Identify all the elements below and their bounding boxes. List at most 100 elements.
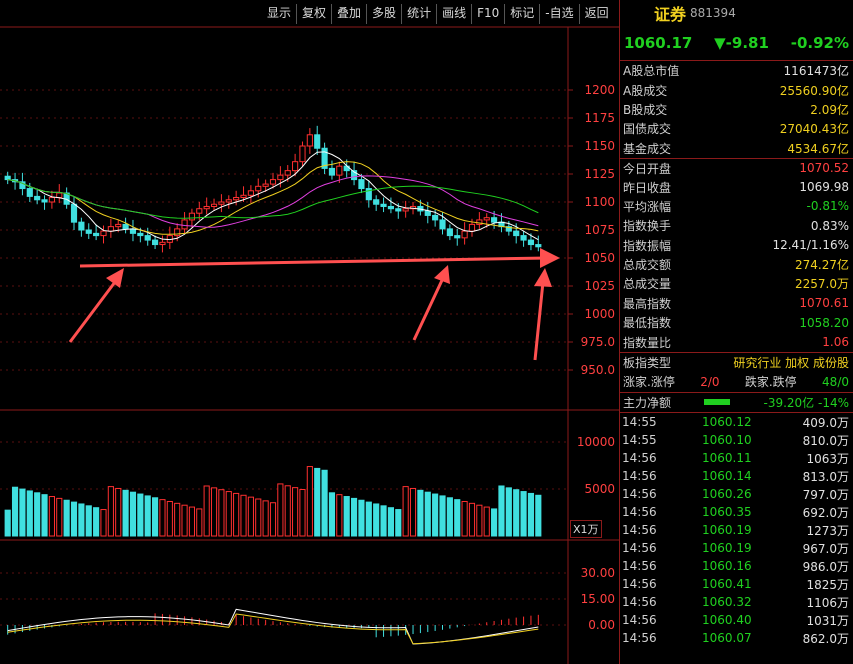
volume-bar (255, 498, 262, 537)
candle-body (277, 174, 284, 181)
toolbar-button-9[interactable]: 返回 (578, 4, 614, 24)
annotation-arrow (533, 281, 545, 361)
toolbar-button-5[interactable]: 画线 (436, 4, 471, 24)
toolbar-button-8[interactable]: -自选 (539, 4, 578, 24)
main-flow-bar (704, 399, 731, 406)
volume-bar (188, 506, 196, 537)
candle-body (159, 241, 166, 246)
board-type-row[interactable]: 板指类型 研究行业 加权 成份股 (620, 353, 853, 372)
candle-body (358, 179, 365, 190)
volume-bar (233, 492, 240, 537)
stat-value: 1069.98 (799, 180, 849, 195)
tick-time: 14:56 (622, 631, 657, 646)
candle-body (26, 188, 33, 197)
candle-body (491, 217, 498, 223)
stat-row: 最高指数 1070.61 (620, 294, 853, 313)
toolbar-button-2[interactable]: 叠加 (331, 4, 366, 24)
quote-panel: 证券 881394 1060.17 ▼-9.81 -0.92% A股总市值 116… (619, 0, 853, 664)
candle-body (34, 195, 41, 201)
volume-bar (247, 496, 254, 537)
price-axis-label: 1000 (584, 307, 615, 321)
tick-price: 1060.11 (702, 451, 752, 466)
stat-row: B股成交 2.09亿 (620, 100, 853, 119)
candle-body (70, 203, 78, 223)
board-type-label: 板指类型 (623, 356, 672, 371)
candle-body (144, 235, 151, 241)
candle-body (299, 145, 306, 163)
volume-bar (240, 494, 247, 537)
candle-body (468, 223, 476, 232)
stat-row: 基金成交 4534.67亿 (620, 139, 853, 158)
toolbar-button-4[interactable]: 统计 (401, 4, 436, 24)
last-price: 1060.17 (624, 34, 693, 52)
stat-label: 国债成交 (623, 122, 672, 137)
toolbar-button-1[interactable]: 复权 (296, 4, 331, 24)
candle-body (85, 229, 92, 234)
tick-time: 14:56 (622, 523, 657, 538)
volume-bar (181, 504, 188, 537)
candle-body (122, 223, 129, 230)
stat-label: 总成交额 (623, 258, 672, 273)
stat-label: 今日开盘 (623, 161, 672, 176)
volume-bar (299, 489, 306, 537)
volume-bar (19, 488, 26, 537)
main-flow-value: -39.20亿 -14% (763, 395, 849, 410)
candle-body (269, 179, 277, 185)
candle-body (255, 185, 262, 192)
volume-bar (137, 493, 144, 537)
annotation-arrowhead (534, 268, 552, 287)
candle-body (461, 230, 468, 239)
stat-label: 指数换手 (623, 219, 672, 234)
price-axis-label: 1175 (584, 111, 615, 125)
volume-bar (365, 501, 372, 537)
stat-value: -0.81% (806, 199, 849, 214)
candle-body (373, 199, 380, 205)
tick-row: 14:56 1060.16 986.0万 (620, 557, 853, 575)
macd-dea-line (7, 613, 539, 645)
stat-row: 昨日收盘 1069.98 (620, 177, 853, 196)
tick-price: 1060.16 (702, 559, 752, 574)
volume-bar (26, 490, 33, 537)
annotation-arrow (68, 277, 120, 343)
tick-volume: 1063万 (806, 451, 849, 466)
tick-volume: 967.0万 (802, 541, 849, 556)
volume-bar (483, 506, 490, 537)
volume-axis-label: 10000 (577, 435, 615, 449)
board-type-value[interactable]: 研究行业 加权 成份股 (733, 354, 849, 371)
annotation-arrowhead (106, 268, 124, 288)
tick-row: 14:56 1060.07 862.0万 (620, 629, 853, 647)
toolbar-button-0[interactable]: 显示 (262, 4, 296, 24)
volume-bar (262, 500, 269, 537)
tick-row: 14:56 1060.19 1273万 (620, 521, 853, 539)
tick-volume: 862.0万 (802, 631, 849, 646)
tick-volume: 810.0万 (802, 433, 849, 448)
stat-label: 指数振幅 (623, 238, 672, 253)
volume-bar (306, 466, 313, 537)
stat-value: 274.27亿 (795, 258, 849, 273)
volume-bar (292, 487, 299, 537)
volume-bar (468, 502, 476, 537)
stat-value: 1070.61 (799, 296, 849, 311)
volume-bar (284, 485, 291, 537)
volume-bar (535, 494, 542, 537)
volume-bar (48, 496, 55, 537)
volume-bar (343, 496, 350, 537)
candle-body (402, 208, 409, 212)
candle-body (137, 232, 144, 237)
toolbar-button-7[interactable]: 标记 (504, 4, 539, 24)
stat-label: 基金成交 (623, 141, 672, 156)
candle-body (115, 223, 122, 228)
toolbar-button-3[interactable]: 多股 (366, 4, 401, 24)
candle-body (48, 197, 55, 203)
candle-body (56, 192, 63, 199)
candle-body (196, 208, 203, 214)
tick-list: 14:55 1060.12 409.0万 14:55 1060.10 810.0万 14:5… (620, 413, 853, 647)
volume-bar (321, 469, 328, 537)
toolbar-button-6[interactable]: F10 (471, 4, 504, 24)
candle-body (4, 175, 11, 181)
stat-row: 总成交量 2257.0万 (620, 274, 853, 293)
candle-body (387, 205, 394, 210)
tick-row: 14:55 1060.12 409.0万 (620, 413, 853, 431)
volume-bar (11, 486, 19, 537)
stat-row: A股成交 25560.90亿 (620, 80, 853, 99)
